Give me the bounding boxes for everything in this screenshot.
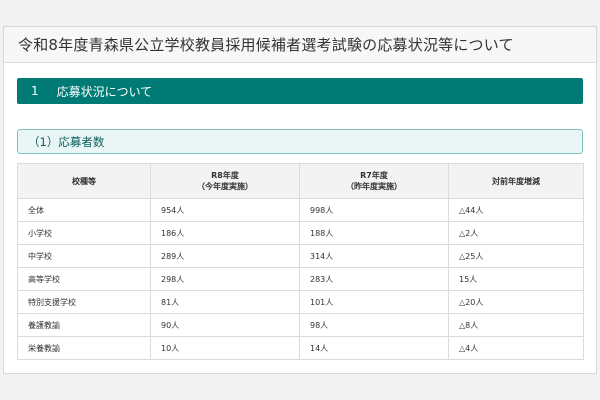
- cell-diff: △20人: [448, 290, 584, 314]
- cell-r7: 98人: [299, 313, 449, 337]
- header-line1: R7年度: [360, 171, 388, 180]
- header-line2: （昨年度実施）: [346, 182, 402, 191]
- header-school-type: 校種等: [17, 163, 151, 199]
- header-r7: R7年度 （昨年度実施）: [299, 163, 449, 199]
- cell-category: 高等学校: [17, 267, 151, 291]
- cell-diff: △25人: [448, 244, 584, 268]
- header-change: 対前年度増減: [448, 163, 584, 199]
- header-line1: R8年度: [211, 171, 239, 180]
- cell-diff: △4人: [448, 336, 584, 360]
- title-bar: 令和8年度青森県公立学校教員採用候補者選考試験の応募状況等について: [4, 27, 596, 63]
- content-panel: 令和8年度青森県公立学校教員採用候補者選考試験の応募状況等について 1 応募状況…: [3, 26, 597, 374]
- cell-r8: 186人: [150, 221, 300, 245]
- table-row: 特別支援学校 81人 101人 △20人: [17, 290, 584, 314]
- header-line2: （今年度実施）: [197, 182, 253, 191]
- cell-r8: 10人: [150, 336, 300, 360]
- table-header-row: 校種等 R8年度 （今年度実施） R7年度 （昨年度実施） 対前年度増減: [17, 163, 584, 199]
- cell-r7: 14人: [299, 336, 449, 360]
- cell-r8: 90人: [150, 313, 300, 337]
- cell-r7: 998人: [299, 198, 449, 222]
- table-row: 養護教諭 90人 98人 △8人: [17, 313, 584, 337]
- cell-diff: △2人: [448, 221, 584, 245]
- section-heading: 1 応募状況について: [17, 78, 583, 104]
- subsection-heading: （1）応募者数: [17, 129, 583, 154]
- cell-r8: 81人: [150, 290, 300, 314]
- cell-category: 養護教諭: [17, 313, 151, 337]
- cell-category: 特別支援学校: [17, 290, 151, 314]
- cell-category: 小学校: [17, 221, 151, 245]
- cell-diff: △8人: [448, 313, 584, 337]
- cell-category: 全体: [17, 198, 151, 222]
- cell-diff: 15人: [448, 267, 584, 291]
- cell-diff: △44人: [448, 198, 584, 222]
- cell-r8: 298人: [150, 267, 300, 291]
- table-row: 高等学校 298人 283人 15人: [17, 267, 584, 291]
- header-line1: 校種等: [72, 176, 96, 186]
- cell-category: 中学校: [17, 244, 151, 268]
- page-title: 令和8年度青森県公立学校教員採用候補者選考試験の応募状況等について: [18, 36, 514, 54]
- table-row: 全体 954人 998人 △44人: [17, 198, 584, 222]
- table-row: 栄養教諭 10人 14人 △4人: [17, 336, 584, 360]
- cell-r7: 314人: [299, 244, 449, 268]
- applicants-table: 校種等 R8年度 （今年度実施） R7年度 （昨年度実施） 対前年度増減 全体 …: [17, 163, 584, 360]
- cell-r7: 283人: [299, 267, 449, 291]
- header-line1: 対前年度増減: [492, 176, 540, 186]
- cell-category: 栄養教諭: [17, 336, 151, 360]
- cell-r7: 101人: [299, 290, 449, 314]
- table-row: 小学校 186人 188人 △2人: [17, 221, 584, 245]
- section-number: 1: [31, 84, 39, 98]
- subsection-title: （1）応募者数: [28, 134, 105, 149]
- section-title: 応募状況について: [56, 84, 153, 99]
- table-row: 中学校 289人 314人 △25人: [17, 244, 584, 268]
- cell-r8: 289人: [150, 244, 300, 268]
- cell-r7: 188人: [299, 221, 449, 245]
- header-r8: R8年度 （今年度実施）: [150, 163, 300, 199]
- page: 令和8年度青森県公立学校教員採用候補者選考試験の応募状況等について 1 応募状況…: [0, 0, 600, 400]
- cell-r8: 954人: [150, 198, 300, 222]
